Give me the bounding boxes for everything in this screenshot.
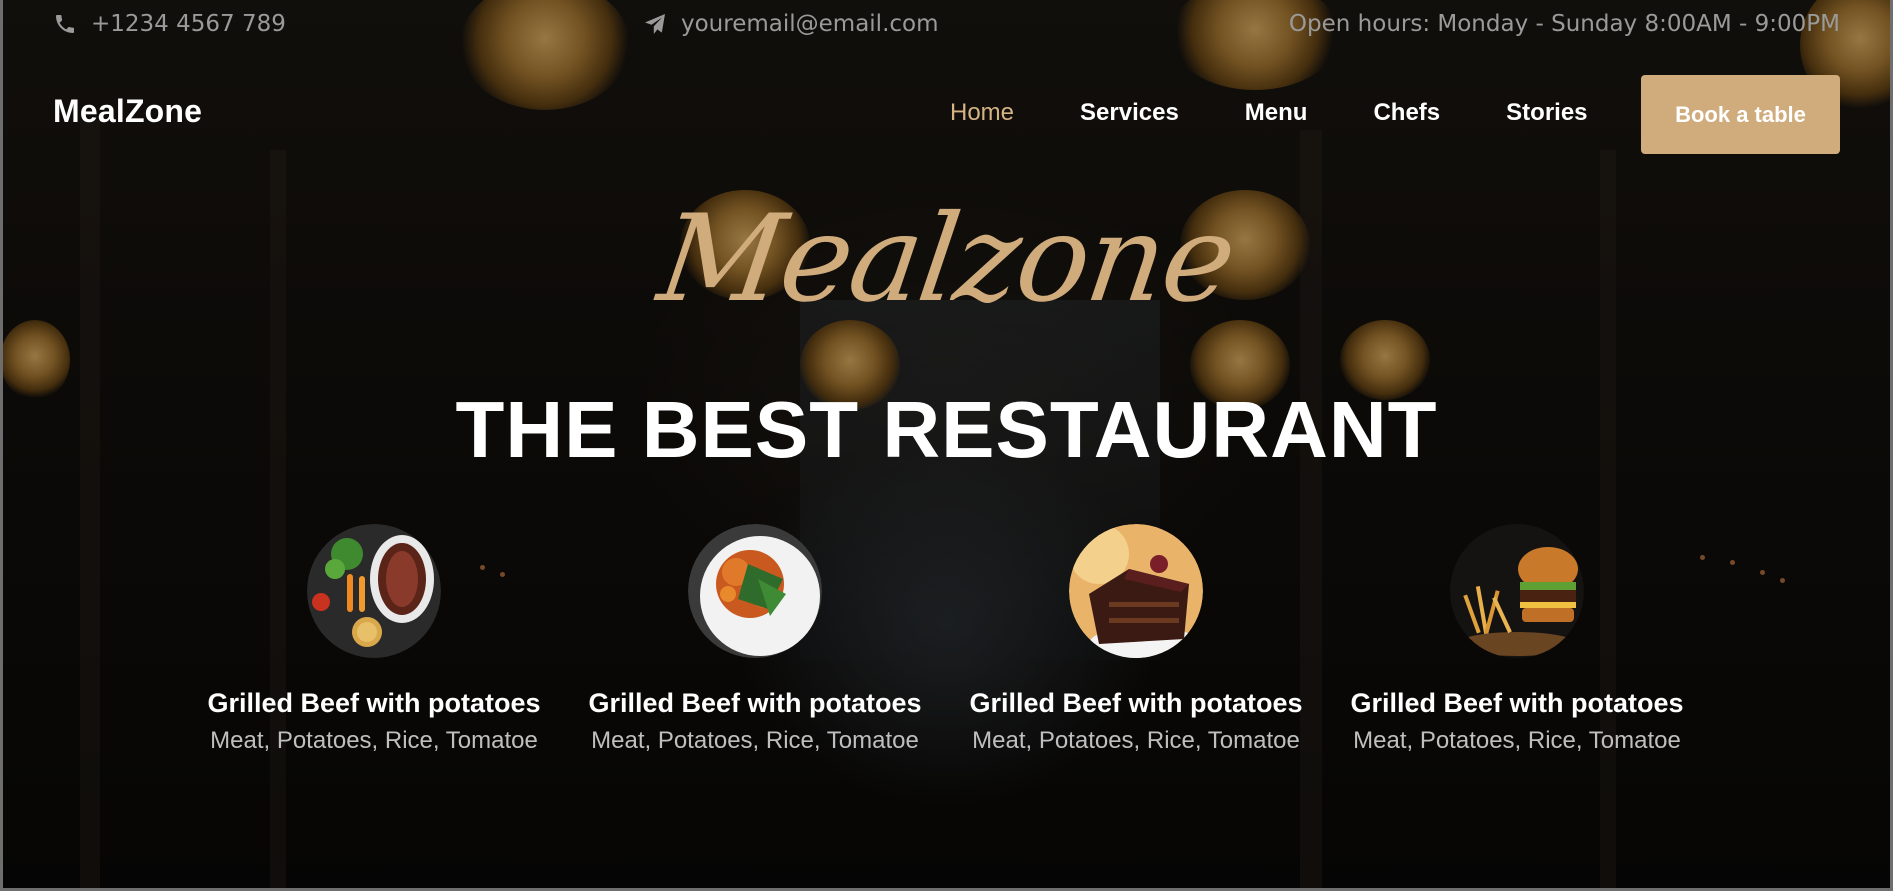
contact-bar: +1234 4567 789 youremail@email.com Open … [0,0,1893,48]
dish-name: Grilled Beef with potatoes [1350,688,1684,718]
dish-ingredients: Meat, Potatoes, Rice, Tomatoe [972,727,1300,754]
dish-card[interactable]: Grilled Beef with potatoes Meat, Potatoe… [575,524,935,755]
send-icon [645,14,665,34]
contact-email[interactable]: youremail@email.com [643,10,939,38]
dish-card[interactable]: Grilled Beef with potatoes Meat, Potatoe… [194,524,554,755]
book-table-button[interactable]: Book a table [1641,75,1840,154]
nav-stories[interactable]: Stories [1506,99,1587,127]
nav-services[interactable]: Services [1080,99,1179,127]
nav-home[interactable]: Home [950,99,1014,127]
nav-chefs[interactable]: Chefs [1373,99,1440,127]
dish-ingredients: Meat, Potatoes, Rice, Tomatoe [1353,727,1681,754]
dish-ingredients: Meat, Potatoes, Rice, Tomatoe [210,727,538,754]
email-address: youremail@email.com [681,11,939,37]
dish-ingredients: Meat, Potatoes, Rice, Tomatoe [591,727,919,754]
dish-image-salad [688,524,822,658]
phone-number: +1234 4567 789 [91,11,286,37]
dish-card[interactable]: Grilled Beef with potatoes Meat, Potatoe… [1337,524,1697,755]
dish-name: Grilled Beef with potatoes [588,688,922,718]
dish-card[interactable]: Grilled Beef with potatoes Meat, Potatoe… [956,524,1316,755]
hero-headline: THE BEST RESTAURANT [455,385,1438,474]
main-nav: Home Services Menu Chefs Stories [950,99,1654,127]
dish-name: Grilled Beef with potatoes [969,688,1303,718]
phone-icon [56,15,74,33]
hero-script-title: Mealzone [651,190,1243,329]
nav-menu[interactable]: Menu [1245,99,1308,127]
dish-image-burger [1450,524,1584,658]
dish-image-cake [1069,524,1203,658]
dish-name: Grilled Beef with potatoes [207,688,541,718]
open-hours: Open hours: Monday - Sunday 8:00AM - 9:0… [1288,11,1840,37]
dish-image-steak [307,524,441,658]
contact-phone[interactable]: +1234 4567 789 [53,10,286,38]
brand-logo[interactable]: MealZone [53,93,202,130]
